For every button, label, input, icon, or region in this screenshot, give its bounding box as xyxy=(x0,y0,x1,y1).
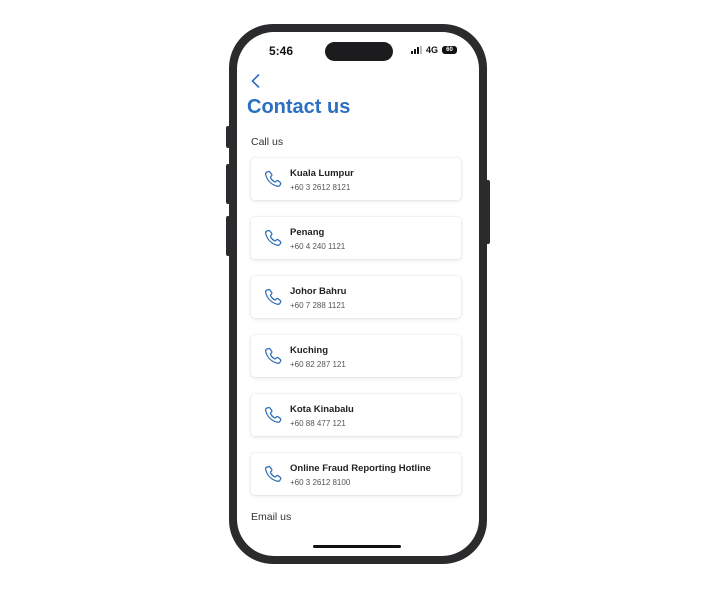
call-item[interactable]: Johor Bahru +60 7 288 1121 xyxy=(251,276,461,318)
stage: 5:46 4G 60 Contact us Call us Kuala Lump… xyxy=(0,0,720,600)
network-type: 4G xyxy=(425,45,438,55)
battery-level: 60 xyxy=(446,47,453,53)
phone-icon xyxy=(263,464,283,484)
phone-icon xyxy=(263,346,283,366)
phone-icon xyxy=(263,169,283,189)
dynamic-island xyxy=(325,42,393,61)
call-item[interactable]: Penang +60 4 240 1121 xyxy=(251,217,461,259)
status-time: 5:46 xyxy=(269,44,294,58)
call-item-city: Online Fraud Reporting Hotline xyxy=(290,463,431,474)
call-item[interactable]: Kuching +60 82 287 121 xyxy=(251,335,461,377)
page-title: Contact us xyxy=(247,96,351,118)
call-item-number: +60 3 2612 8100 xyxy=(290,478,351,487)
call-item-number: +60 4 240 1121 xyxy=(290,242,346,251)
chevron-left-icon xyxy=(251,74,259,88)
section-label-email-us: Email us xyxy=(251,511,292,523)
section-label-call-us: Call us xyxy=(251,136,284,148)
call-list: Kuala Lumpur +60 3 2612 8121 Penang +60 4 2… xyxy=(251,158,461,512)
status-bar: 5:46 4G 60 xyxy=(237,32,479,72)
home-indicator xyxy=(313,545,401,548)
call-item[interactable]: Online Fraud Reporting Hotline +60 3 2612… xyxy=(251,453,461,495)
status-indicators: 4G 60 xyxy=(410,45,457,55)
call-item-city: Kota Kinabalu xyxy=(290,404,354,415)
call-item-city: Kuala Lumpur xyxy=(290,168,354,179)
call-item-city: Kuching xyxy=(290,345,328,356)
call-item-city: Penang xyxy=(290,227,325,238)
phone-icon xyxy=(263,287,283,307)
phone-icon xyxy=(263,228,283,248)
signal-icon xyxy=(410,46,422,54)
phone-screen: 5:46 4G 60 Contact us Call us Kuala Lump… xyxy=(237,32,479,556)
call-item[interactable]: Kuala Lumpur +60 3 2612 8121 xyxy=(251,158,461,200)
phone-frame: 5:46 4G 60 Contact us Call us Kuala Lump… xyxy=(229,24,487,564)
battery-icon: 60 xyxy=(442,46,457,54)
call-item-number: +60 3 2612 8121 xyxy=(290,183,351,192)
call-item-number: +60 82 287 121 xyxy=(290,360,346,369)
back-button[interactable] xyxy=(247,72,263,90)
phone-icon xyxy=(263,405,283,425)
call-item-number: +60 7 288 1121 xyxy=(290,301,346,310)
call-item-number: +60 88 477 121 xyxy=(290,419,346,428)
call-item[interactable]: Kota Kinabalu +60 88 477 121 xyxy=(251,394,461,436)
call-item-city: Johor Bahru xyxy=(290,286,347,297)
